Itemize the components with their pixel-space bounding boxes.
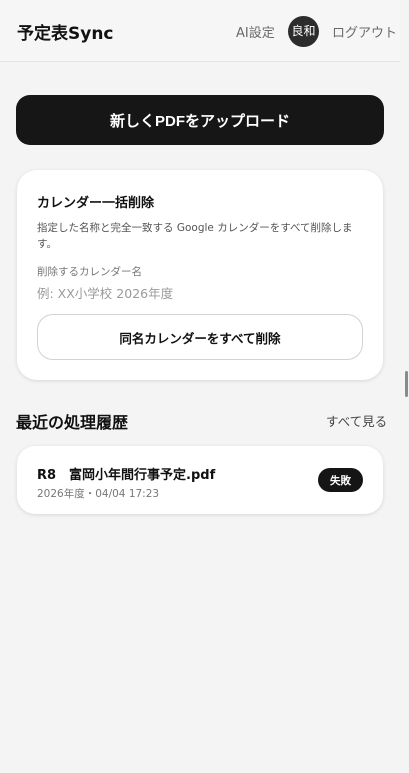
page: 予定表Sync AI設定 良和 ログアウト 新しくPDFをアップロード カレンダ… xyxy=(0,0,409,773)
history-file-name: R8 富岡小年間行事予定.pdf xyxy=(37,468,216,483)
calendar-name-label: 削除するカレンダー名 xyxy=(37,266,142,278)
scrollbar-handle[interactable] xyxy=(405,371,408,397)
calendar-name-input[interactable] xyxy=(37,282,357,304)
upload-pdf-button[interactable]: 新しくPDFをアップロード xyxy=(16,95,384,145)
history-meta: 2026年度・04/04 17:23 xyxy=(37,488,160,500)
history-section-title: 最近の処理履歴 xyxy=(16,413,129,432)
delete-calendars-button[interactable]: 同名カレンダーをすべて削除 xyxy=(37,314,363,360)
ai-settings-link[interactable]: AI設定 xyxy=(236,22,275,41)
bulk-delete-description: 指定した名称と完全一致する Google カレンダーをすべて削除します。 xyxy=(37,222,353,250)
user-avatar[interactable]: 良和 xyxy=(288,16,319,47)
history-item[interactable]: R8 富岡小年間行事予定.pdf 2026年度・04/04 17:23 失敗 xyxy=(17,446,383,514)
logout-link[interactable]: ログアウト xyxy=(332,22,397,41)
status-badge: 失敗 xyxy=(318,468,363,492)
see-all-link[interactable]: すべて見る xyxy=(326,411,387,430)
app-header: 予定表Sync AI設定 良和 ログアウト xyxy=(0,0,400,62)
app-title[interactable]: 予定表Sync xyxy=(17,19,114,44)
bulk-delete-card: カレンダー一括削除 指定した名称と完全一致する Google カレンダーをすべて… xyxy=(17,170,383,380)
bulk-delete-title: カレンダー一括削除 xyxy=(37,196,155,211)
